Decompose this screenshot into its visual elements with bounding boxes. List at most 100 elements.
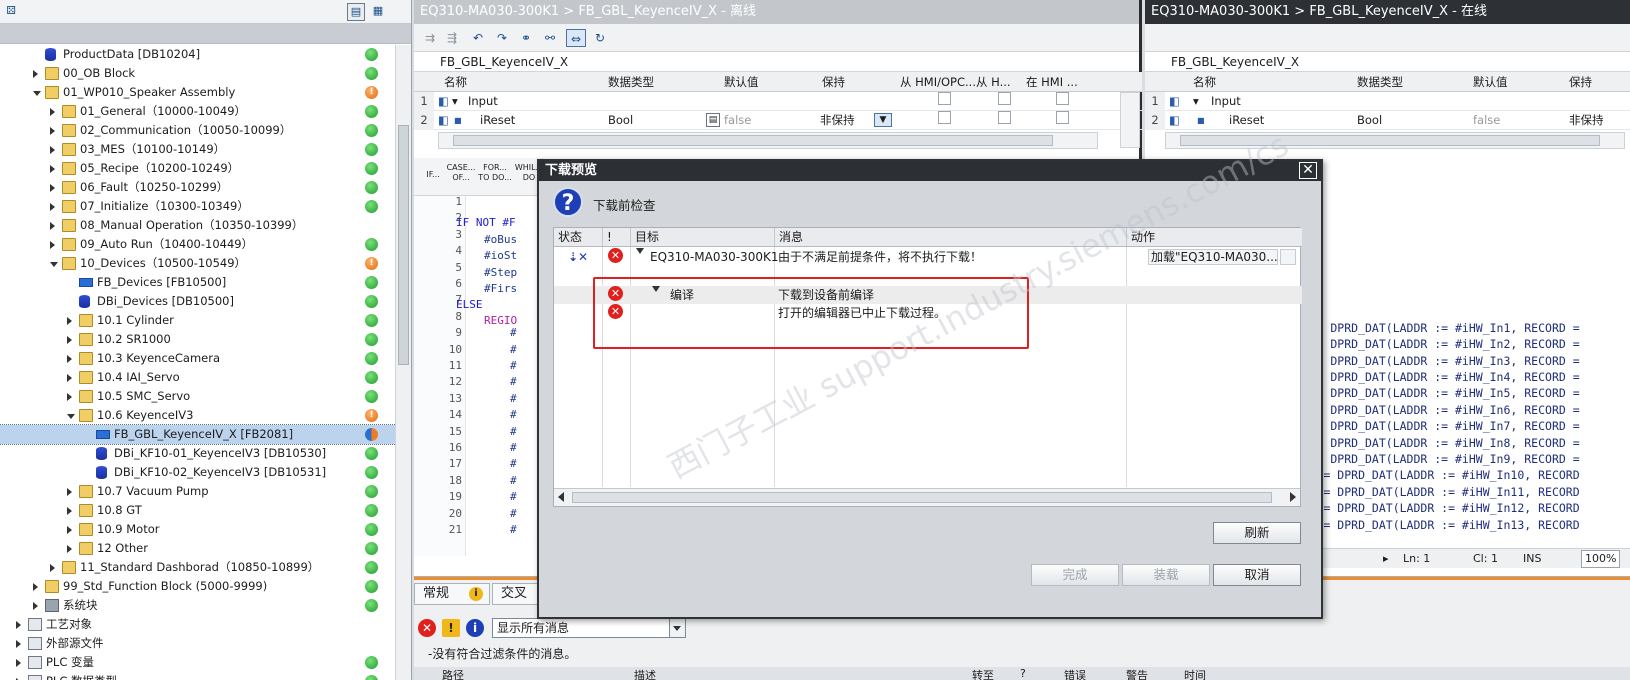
interface-vscrollbar[interactable] [1120, 92, 1140, 148]
scroll-right-icon[interactable]: ▸ [1383, 549, 1389, 569]
online-row-input[interactable]: 1 ◧ ▾ Input [1145, 92, 1630, 111]
type-browse-icon[interactable]: ▤ [706, 113, 720, 127]
expand-arrow-icon[interactable] [16, 640, 21, 648]
results-hscroll-thumb[interactable] [572, 492, 1272, 503]
expand-arrow-icon[interactable] [67, 336, 72, 344]
tree-item[interactable]: FB_GBL_KeyenceIV_X [FB2081] [0, 424, 397, 445]
col-name[interactable]: 名称 [444, 72, 467, 92]
expand-arrow-icon[interactable] [33, 70, 38, 78]
interface-hscroll-thumb[interactable] [453, 135, 1053, 146]
expand-arrow-icon[interactable] [67, 526, 72, 534]
online-hscrollbar[interactable] [1165, 132, 1625, 149]
expand-arrow-icon[interactable] [67, 545, 72, 553]
expand-arrow-icon[interactable] [50, 146, 55, 154]
tree-item[interactable]: 10.8 GT [0, 501, 396, 520]
var-type[interactable]: Bool [608, 111, 633, 130]
col-hmi-settable[interactable]: 在 HMI ... [1026, 72, 1078, 92]
glasses-alt-icon[interactable]: ⚯ [540, 29, 560, 47]
expand-arrow-icon[interactable] [50, 127, 55, 135]
collapse-arrow-icon[interactable]: ▾ [1193, 92, 1199, 111]
action-dropdown-icon[interactable] [1280, 249, 1296, 265]
cancel-button[interactable]: 取消 [1213, 564, 1301, 586]
tree-item[interactable]: 10.7 Vacuum Pump [0, 482, 396, 501]
tree-item[interactable]: 10.9 Motor [0, 520, 396, 539]
expand-arrow-icon[interactable] [50, 203, 55, 211]
expand-arrow-icon[interactable] [16, 621, 21, 629]
tree-item[interactable]: ProductData [DB10204] [0, 45, 396, 64]
col-datatype[interactable]: 数据类型 [1357, 72, 1403, 92]
action-select[interactable]: 加载"EQ310-MA030... [1148, 249, 1278, 265]
scroll-right-icon[interactable] [1290, 492, 1296, 502]
hmi-settable-checkbox[interactable] [1056, 92, 1069, 105]
monitor-icon[interactable]: ↶ [468, 29, 488, 47]
glasses-icon[interactable]: ⚭ [516, 29, 536, 47]
compare-icon[interactable]: ⇔ [566, 29, 586, 47]
tree-scrollbar[interactable] [395, 45, 411, 680]
expand-arrow-icon[interactable] [67, 488, 72, 496]
retain-dropdown-icon[interactable]: ▼ [874, 113, 892, 127]
col-errors[interactable]: 错误 [1064, 667, 1086, 680]
col-status[interactable]: 状态 [554, 228, 582, 246]
hmi-visible-checkbox[interactable] [998, 92, 1011, 105]
expand-arrow-icon[interactable] [67, 507, 72, 515]
grid-export-icon[interactable]: ▦ [369, 3, 387, 21]
interface-row-input[interactable]: 1 ◧ ▾ Input [414, 92, 1142, 111]
tree-item[interactable]: 10.5 SMC_Servo [0, 387, 396, 406]
hmi-settable-checkbox[interactable] [1056, 111, 1069, 124]
monitor-all-icon[interactable]: ↷ [492, 29, 512, 47]
palette-case[interactable]: CASE... OF... [444, 163, 478, 183]
expand-arrow-icon[interactable] [16, 659, 21, 667]
tree-scrollbar-thumb[interactable] [398, 125, 409, 365]
expand-arrow-icon[interactable] [636, 248, 644, 254]
col-path[interactable]: 路径 [442, 667, 464, 680]
col-datatype[interactable]: 数据类型 [608, 72, 654, 92]
results-hscrollbar[interactable] [554, 488, 1300, 506]
tree-item[interactable]: 02_Communication（10050-10099） [0, 121, 396, 140]
expand-arrow-icon[interactable] [50, 108, 55, 116]
chevron-down-icon[interactable] [669, 619, 685, 637]
col-hmi-visible[interactable]: 从 H... [976, 72, 1011, 92]
col-default[interactable]: 默认值 [724, 72, 759, 92]
var-retain[interactable]: 非保持 [820, 111, 855, 130]
collapse-arrow-icon[interactable] [33, 91, 41, 96]
tree-item[interactable]: 09_Auto Run（10400-10449） [0, 235, 396, 254]
insert-row-icon[interactable]: ⇉ [420, 29, 440, 47]
hmi-visible-checkbox[interactable] [998, 111, 1011, 124]
tree-item[interactable]: 系统块 [0, 596, 396, 615]
col-action[interactable]: 动作 [1126, 228, 1155, 246]
col-flag[interactable]: ! [602, 228, 612, 246]
expand-arrow-icon[interactable] [50, 564, 55, 572]
tree-item[interactable]: PLC 变量 [0, 653, 396, 672]
expand-arrow-icon[interactable] [67, 374, 72, 382]
collapse-arrow-icon[interactable] [67, 414, 75, 419]
expand-arrow-icon[interactable] [50, 241, 55, 249]
tree-item[interactable]: PLC 数据类型 [0, 672, 396, 680]
refresh-icon[interactable]: ↻ [590, 29, 610, 47]
expand-arrow-icon[interactable] [50, 222, 55, 230]
finish-button[interactable]: 完成 [1031, 564, 1119, 586]
expand-arrow-icon[interactable] [33, 583, 38, 591]
collapse-arrow-icon[interactable]: ▾ [452, 92, 458, 111]
tree-item[interactable]: 12 Other [0, 539, 396, 558]
zoom-field[interactable]: 100% [1581, 550, 1621, 568]
tree-item[interactable]: 07_Initialize（10300-10349） [0, 197, 396, 216]
collapse-arrow-icon[interactable] [50, 262, 58, 267]
col-description[interactable]: 描述 [634, 667, 656, 680]
tree-item[interactable]: 10.4 IAI_Servo [0, 368, 396, 387]
tree-item[interactable]: 外部源文件 [0, 634, 396, 653]
var-name[interactable]: iReset [480, 111, 515, 130]
result-row-device[interactable]: ⇣✕ ✕ EQ310-MA030-300K1 由于不满足前提条件，将不执行下载！… [554, 248, 1302, 266]
hmi-opc-checkbox[interactable] [938, 111, 951, 124]
tree-item[interactable]: DBi_KF10-01_KeyenceIV3 [DB10530] [0, 444, 396, 463]
tree-item[interactable]: 工艺对象 [0, 615, 396, 634]
tree-item[interactable]: 11_Standard Dashborad（10850-10899） [0, 558, 396, 577]
message-filter-select[interactable]: 显示所有消息 [492, 618, 686, 638]
tree-item[interactable]: 99_Std_Function Block (5000-9999) [0, 577, 396, 596]
add-row-icon[interactable]: ⇶ [442, 29, 462, 47]
expand-arrow-icon[interactable] [67, 355, 72, 363]
expand-arrow-icon[interactable] [50, 184, 55, 192]
network-icon[interactable]: ⚄ [2, 3, 20, 21]
tree-item[interactable]: 06_Fault（10250-10299） [0, 178, 396, 197]
warning-filter-icon[interactable]: ! [442, 619, 460, 637]
tree-item[interactable]: 01_WP010_Speaker Assembly! [0, 83, 396, 102]
